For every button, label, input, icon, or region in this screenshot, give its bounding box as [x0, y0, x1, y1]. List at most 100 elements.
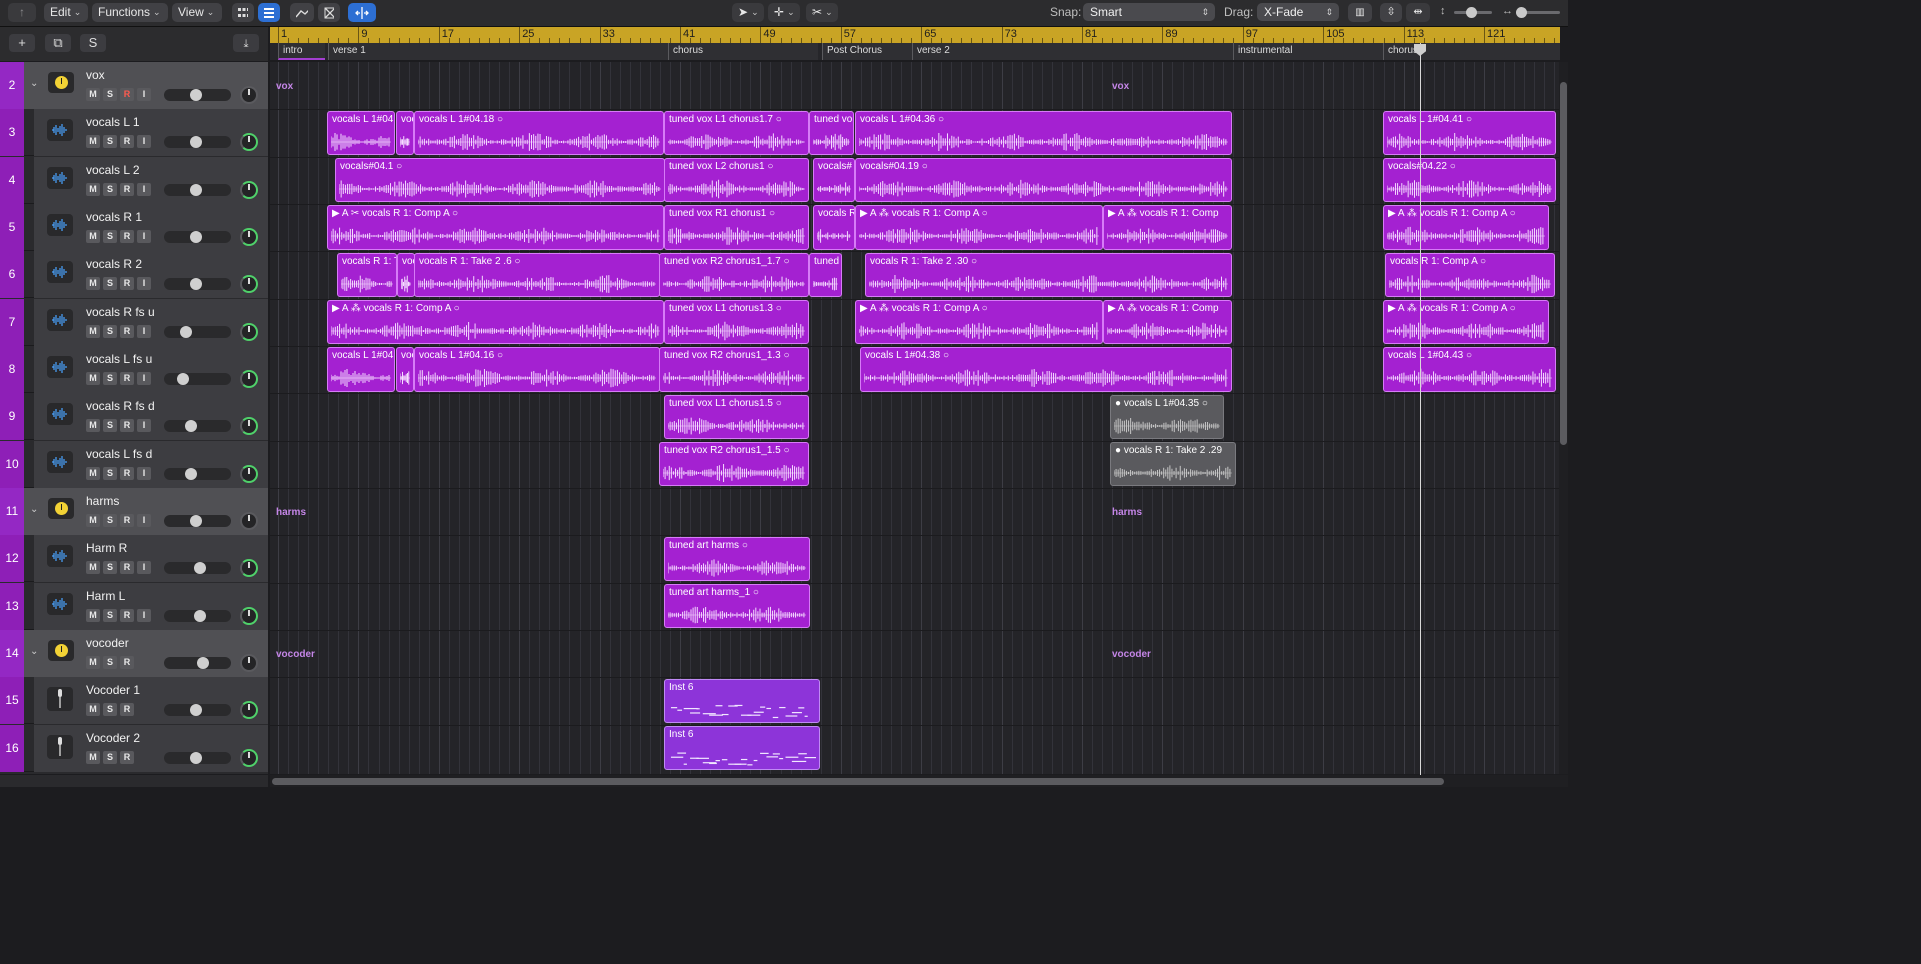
pan-knob[interactable]	[240, 701, 258, 720]
track-header-body[interactable]: Vocoder 2 MSR	[34, 724, 268, 772]
global-solo-button[interactable]: S	[80, 34, 106, 52]
volume-slider[interactable]	[164, 89, 231, 101]
automation-button[interactable]	[290, 3, 314, 22]
audio-region[interactable]: vocals L 1#04.18 ○	[414, 110, 664, 156]
vertical-scroll-thumb[interactable]	[1560, 82, 1567, 445]
solo-button[interactable]: S	[103, 229, 117, 243]
volume-knob[interactable]	[190, 751, 202, 764]
volume-knob[interactable]	[194, 609, 206, 622]
marker-post-chorus[interactable]: Post Chorus	[822, 43, 912, 60]
track-header-body[interactable]: ⌄ vocoder M S R	[24, 629, 268, 677]
audio-region[interactable]: ▶ A ⁂ vocals R 1: Comp A ○	[327, 300, 664, 345]
mute-button[interactable]: M	[86, 466, 100, 480]
record-enable-button[interactable]: R	[120, 703, 134, 717]
audio-region[interactable]: ▶ A ⁂ vocals R 1: Comp A ○	[1383, 300, 1549, 345]
mute-button[interactable]: M	[86, 324, 100, 338]
audio-region[interactable]: tuned vox L1 chorus1.5 ○	[664, 394, 809, 440]
audio-region[interactable]: tuned	[809, 252, 842, 298]
solo-button[interactable]: S	[103, 561, 117, 575]
cmd-tool-button[interactable]: ✂ ⌄	[806, 3, 838, 22]
input-monitor-button[interactable]: I	[137, 419, 151, 433]
record-enable-button[interactable]: R	[120, 561, 134, 575]
summing-stack-icon[interactable]	[48, 639, 74, 661]
pan-knob[interactable]	[240, 606, 258, 625]
input-monitor-button[interactable]: I	[137, 182, 151, 196]
track-header-body[interactable]: vocals R fs u MSRI	[34, 298, 268, 346]
disclosure-triangle-icon[interactable]: ⌄	[30, 78, 38, 89]
waveform-zoom-button[interactable]: ▥	[1348, 3, 1372, 22]
track-header-body[interactable]: vocals R fs d MSRI	[34, 393, 268, 441]
audio-region[interactable]: tuned art harms_1 ○	[664, 584, 810, 629]
marker-chorus[interactable]: chorus	[668, 43, 818, 60]
vertical-fit-button[interactable]: ⇳	[1380, 3, 1402, 22]
track-header-row[interactable]: 2 ⌄ vox M S R I	[0, 62, 268, 109]
track-header-body[interactable]: vocals L fs u MSRI	[34, 345, 268, 393]
horizontal-scroll-thumb[interactable]	[272, 778, 1444, 785]
mute-button[interactable]: M	[86, 655, 100, 669]
marker-instrumental[interactable]: instrumental	[1233, 43, 1383, 60]
record-enable-button[interactable]: R	[120, 371, 134, 385]
input-monitor-button[interactable]: I	[137, 324, 151, 338]
grid-view-button[interactable]	[232, 3, 254, 22]
audio-region[interactable]: tuned vox R2 chorus1_1.7 ○	[659, 252, 809, 298]
track-header-row[interactable]: 5 vocals R 1 MSRI	[0, 203, 268, 251]
volume-knob[interactable]	[197, 656, 209, 669]
audio-region[interactable]: vocals R 1: Take 2 .6 ○	[414, 252, 660, 298]
audio-region[interactable]: vocals L 1#04.38 ○	[860, 347, 1232, 392]
vertical-zoom-knob[interactable]	[1466, 7, 1477, 18]
volume-slider[interactable]	[164, 704, 231, 717]
flex-button[interactable]	[318, 3, 340, 22]
record-enable-button[interactable]: R	[120, 750, 134, 764]
input-monitor-button[interactable]: I	[137, 466, 151, 480]
audio-region[interactable]: vocals L 1#04.36 ○	[855, 110, 1232, 156]
record-enable-button[interactable]: R	[120, 229, 134, 243]
solo-button[interactable]: S	[103, 88, 117, 101]
solo-button[interactable]: S	[103, 371, 117, 385]
mute-button[interactable]: M	[86, 513, 100, 527]
pan-knob[interactable]	[240, 653, 258, 672]
pan-knob[interactable]	[240, 748, 258, 767]
input-monitor-button[interactable]: I	[137, 513, 151, 527]
secondary-tool-button[interactable]: ✛ ⌄	[768, 3, 800, 22]
input-monitor-button[interactable]: I	[137, 135, 151, 149]
volume-slider[interactable]	[164, 325, 231, 338]
volume-knob[interactable]	[185, 467, 197, 480]
input-monitor-button[interactable]: I	[137, 277, 151, 291]
pan-knob[interactable]	[240, 275, 258, 294]
summing-stack-icon[interactable]	[48, 72, 74, 93]
audio-region[interactable]: vocals R	[813, 205, 855, 250]
audio-region[interactable]: vocals R 1: Comp A ○	[1385, 252, 1555, 298]
volume-knob[interactable]	[194, 562, 206, 575]
audio-region[interactable]: vocals L 1#04.43 ○	[1383, 347, 1556, 392]
volume-slider[interactable]	[164, 514, 231, 527]
marker-verse-2[interactable]: verse 2	[912, 43, 1240, 60]
audio-region[interactable]: vocals L 1#04.	[327, 347, 395, 392]
audio-region[interactable]: ▶ A ⁂ vocals R 1: Comp A ○	[855, 205, 1103, 250]
solo-button[interactable]: S	[103, 324, 117, 338]
input-monitor-button[interactable]: I	[137, 371, 151, 385]
audio-region[interactable]: tuned vox R1 chorus1 ○	[664, 205, 809, 250]
track-header-row[interactable]: 6 vocals R 2 MSRI	[0, 251, 268, 299]
audio-region[interactable]: vocals#	[813, 158, 855, 203]
solo-button[interactable]: S	[103, 182, 117, 196]
volume-knob[interactable]	[185, 420, 197, 433]
audio-region[interactable]: ● vocals L 1#04.35 ○	[1110, 394, 1224, 440]
audio-region[interactable]: tuned vo	[809, 110, 854, 156]
volume-slider[interactable]	[164, 278, 231, 291]
add-track-button[interactable]: +	[9, 34, 35, 52]
audio-region[interactable]: ▶ A ⁂ vocals R 1: Comp A ○	[855, 300, 1103, 345]
track-header-body[interactable]: vocals R 2 MSRI	[34, 251, 268, 299]
audio-region[interactable]: vocals L 1#04.16 ○	[414, 347, 660, 392]
audio-region[interactable]: vocals#04.22 ○	[1383, 158, 1556, 203]
audio-region[interactable]: ▶ A ⁂ vocals R 1: Comp	[1103, 300, 1232, 345]
pan-knob[interactable]	[240, 322, 258, 341]
catch-track-button[interactable]: ⤓	[233, 34, 259, 52]
audio-region[interactable]: voc	[396, 110, 414, 156]
pan-knob[interactable]	[240, 227, 258, 246]
go-up-button[interactable]: ↑	[8, 3, 36, 22]
audio-region[interactable]: voc	[396, 347, 414, 392]
record-enable-button[interactable]: R	[120, 277, 134, 291]
track-header-body[interactable]: Harm L MSRI	[34, 582, 268, 630]
track-header-row[interactable]: 9 vocals R fs d MSRI	[0, 393, 268, 441]
track-header-row[interactable]: 7 vocals R fs u MSRI	[0, 298, 268, 346]
